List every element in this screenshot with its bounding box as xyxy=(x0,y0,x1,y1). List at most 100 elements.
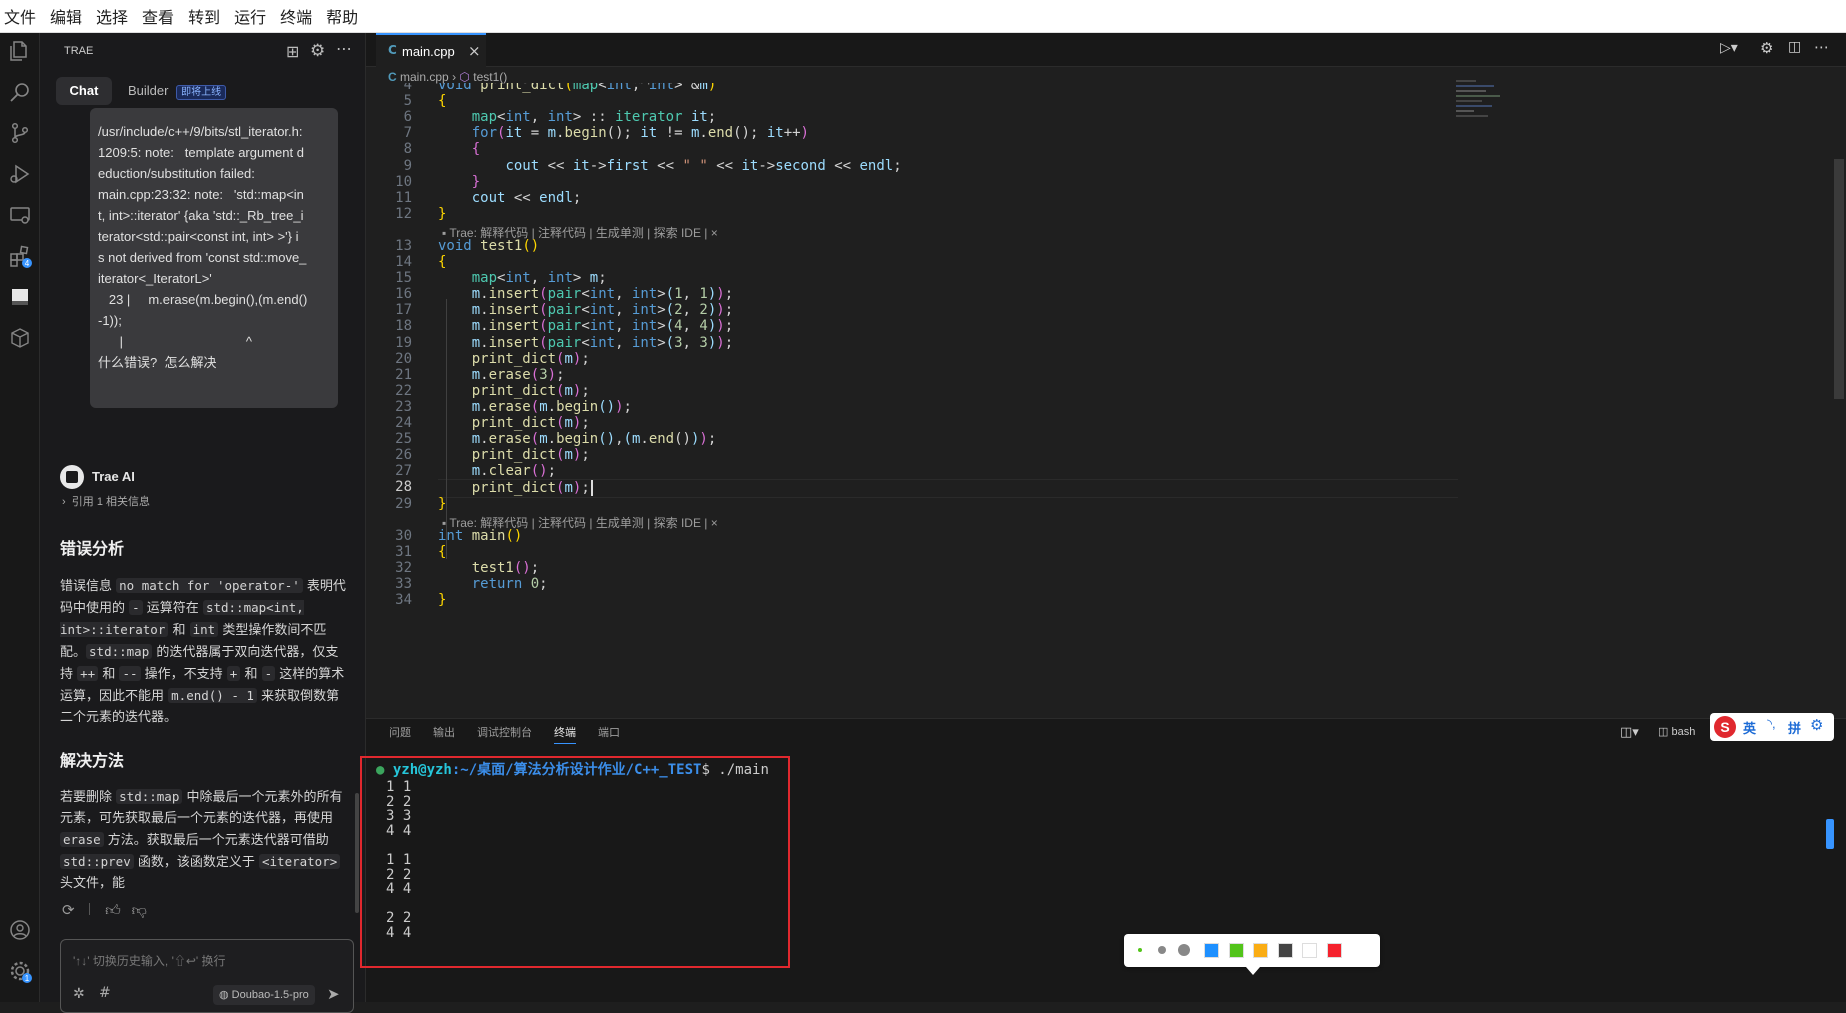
close-tab-icon[interactable]: × xyxy=(468,42,481,60)
menu-item[interactable]: 查看 xyxy=(138,4,184,28)
color-swatch[interactable] xyxy=(1228,943,1244,958)
cpp-file-icon: C xyxy=(388,43,397,57)
menu-item[interactable]: 帮助 xyxy=(322,4,368,28)
code-line[interactable]: } xyxy=(438,592,446,611)
code-line[interactable]: return 0; xyxy=(438,576,548,595)
account-icon[interactable] xyxy=(8,918,32,942)
split-editor-icon[interactable]: ◫ xyxy=(1788,39,1801,55)
text-segment: 和 xyxy=(168,623,190,638)
reference-toggle[interactable]: › 引用 1 相关信息 xyxy=(62,493,150,509)
color-swatch[interactable] xyxy=(1302,943,1318,958)
text-segment: 运算符在 xyxy=(142,601,203,616)
package-icon[interactable] xyxy=(8,326,32,350)
analysis-paragraph: 错误信息 no match for 'operator-' 表明代码中使用的 -… xyxy=(60,575,346,728)
minimap[interactable] xyxy=(1456,77,1516,157)
terminal-shell-selector[interactable]: ◫ bash xyxy=(1658,725,1695,738)
code-line[interactable]: int main() xyxy=(438,528,522,547)
menu-item[interactable]: 选择 xyxy=(92,4,138,28)
panel-tab[interactable]: 输出 xyxy=(433,727,455,739)
layout-icon[interactable]: ◫▾ xyxy=(1620,725,1639,740)
code-line[interactable]: } xyxy=(438,206,446,225)
extensions-icon[interactable]: 4 xyxy=(8,244,32,268)
panel-tab[interactable]: 终端 xyxy=(554,727,576,744)
inline-code: std::prev xyxy=(60,854,134,869)
line-number: 20 xyxy=(395,350,412,367)
color-swatch[interactable] xyxy=(1327,943,1342,958)
gear-icon[interactable]: ⚙ xyxy=(1760,39,1773,57)
code-line[interactable]: cout << it->first << " " << it->second <… xyxy=(438,158,901,177)
user-message-line: main.cpp:23:32: note: 'std::map<in xyxy=(98,187,304,202)
svg-text:4: 4 xyxy=(25,259,30,268)
breadcrumb-symbol[interactable]: test1() xyxy=(473,70,507,84)
search-icon[interactable] xyxy=(8,80,32,104)
panel-tab[interactable]: 问题 xyxy=(389,727,411,739)
thumbs-up-icon[interactable]: 👍︎ xyxy=(105,901,121,919)
tab-main-cpp[interactable]: C main.cpp × xyxy=(376,33,486,67)
brush-small-icon[interactable] xyxy=(1138,948,1142,952)
line-number: 18 xyxy=(395,318,412,335)
brush-medium-icon[interactable] xyxy=(1158,946,1166,954)
thumbs-down-icon[interactable]: 👎︎ xyxy=(132,901,147,919)
send-icon[interactable]: ➤ xyxy=(327,985,340,1003)
tab-chat[interactable]: Chat xyxy=(56,77,112,105)
code-line[interactable]: void test1() xyxy=(438,238,539,257)
panel-tab[interactable]: 调试控制台 xyxy=(477,727,532,739)
menu-item[interactable]: 运行 xyxy=(230,4,276,28)
line-number: 8 xyxy=(403,141,412,158)
menu-item[interactable]: 编辑 xyxy=(46,4,92,28)
line-number: 31 xyxy=(395,543,412,560)
terminal-output-line: 4 4 xyxy=(386,881,412,898)
terminal-output-line: 2 2 xyxy=(386,866,412,883)
model-selector[interactable]: ◍ Doubao-1.5-pro xyxy=(213,985,315,1005)
panel-tab[interactable]: 端口 xyxy=(598,727,620,739)
inline-code: -- xyxy=(119,666,141,681)
chevron-right-icon: › xyxy=(62,496,66,508)
regenerate-icon[interactable]: ⟳ xyxy=(62,901,75,919)
code-line[interactable]: for(it = m.begin(); it != m.end(); it++) xyxy=(438,125,809,144)
menu-item[interactable]: 转到 xyxy=(184,4,230,28)
reference-label: 引用 1 相关信息 xyxy=(71,496,151,508)
brush-large-icon[interactable] xyxy=(1178,944,1190,956)
terminal-output[interactable]: ● yzh@yzh:~/桌面/算法分析设计作业/C++_TEST$ ./main… xyxy=(376,759,769,941)
line-number: 23 xyxy=(395,398,412,415)
run-icon[interactable]: ▷▾ xyxy=(1720,40,1738,56)
punctuation-icon[interactable]: ◝, xyxy=(1767,716,1776,732)
menu-item[interactable]: 终端 xyxy=(276,4,322,28)
color-swatch[interactable] xyxy=(1253,943,1269,958)
chat-input-placeholder[interactable]: '↑↓' 切换历史输入, '⇧↩' 换行 xyxy=(73,952,226,969)
color-swatch[interactable] xyxy=(1204,943,1219,958)
remote-explorer-icon[interactable] xyxy=(8,203,32,227)
line-number: 11 xyxy=(395,189,412,206)
inline-code: std::map xyxy=(86,644,153,659)
prompt-path: :~/桌面/算法分析设计作业/C++_TEST xyxy=(451,762,702,778)
magic-wand-icon[interactable]: ✲ xyxy=(73,986,85,1002)
ime-settings-icon[interactable]: ⚙ xyxy=(1810,716,1823,734)
more-actions-icon[interactable]: ⋯ xyxy=(1814,38,1829,56)
settings-icon[interactable]: ⚙ xyxy=(310,41,325,61)
settings-gear-icon[interactable]: 1 xyxy=(8,959,32,983)
code-line[interactable]: cout << endl; xyxy=(438,190,582,209)
annotation-palette xyxy=(1124,934,1380,975)
ime-mode[interactable]: 拼 xyxy=(1788,718,1801,737)
more-icon[interactable]: ⋯ xyxy=(336,39,352,58)
ime-toolbar[interactable]: S 英 ◝, 拼 ⚙ xyxy=(1710,713,1834,741)
code-editor[interactable]: ▪ Trae: 解释代码 | 注释代码 | 生成单测 | 探索 IDE | ×4… xyxy=(366,83,1816,751)
sidebar-scrollbar[interactable] xyxy=(355,793,359,913)
prompt-user: yzh@yzh xyxy=(392,762,452,778)
menu-item[interactable]: 文件 xyxy=(0,4,46,28)
color-swatch[interactable] xyxy=(1277,943,1293,958)
tab-builder[interactable]: Builder 即将上线 xyxy=(128,77,227,105)
line-number: 4 xyxy=(403,83,412,93)
code-line[interactable]: print_dict(m); xyxy=(438,479,1458,499)
ime-lang[interactable]: 英 xyxy=(1743,718,1756,737)
hash-icon[interactable]: # xyxy=(99,985,111,1001)
new-chat-icon[interactable]: ⊞ xyxy=(286,42,299,61)
run-debug-icon[interactable] xyxy=(8,162,32,186)
trae-panel-icon[interactable] xyxy=(8,285,32,309)
source-control-icon[interactable] xyxy=(8,121,32,145)
editor-scrollbar[interactable] xyxy=(1832,67,1844,745)
user-message-bubble: /usr/include/c++/9/bits/stl_iterator.h: 1… xyxy=(90,108,338,408)
breadcrumb-file[interactable]: main.cpp xyxy=(400,70,449,84)
code-line[interactable]: void print_dict(map<int, int> &m) xyxy=(438,83,716,96)
explorer-icon[interactable] xyxy=(8,39,32,63)
